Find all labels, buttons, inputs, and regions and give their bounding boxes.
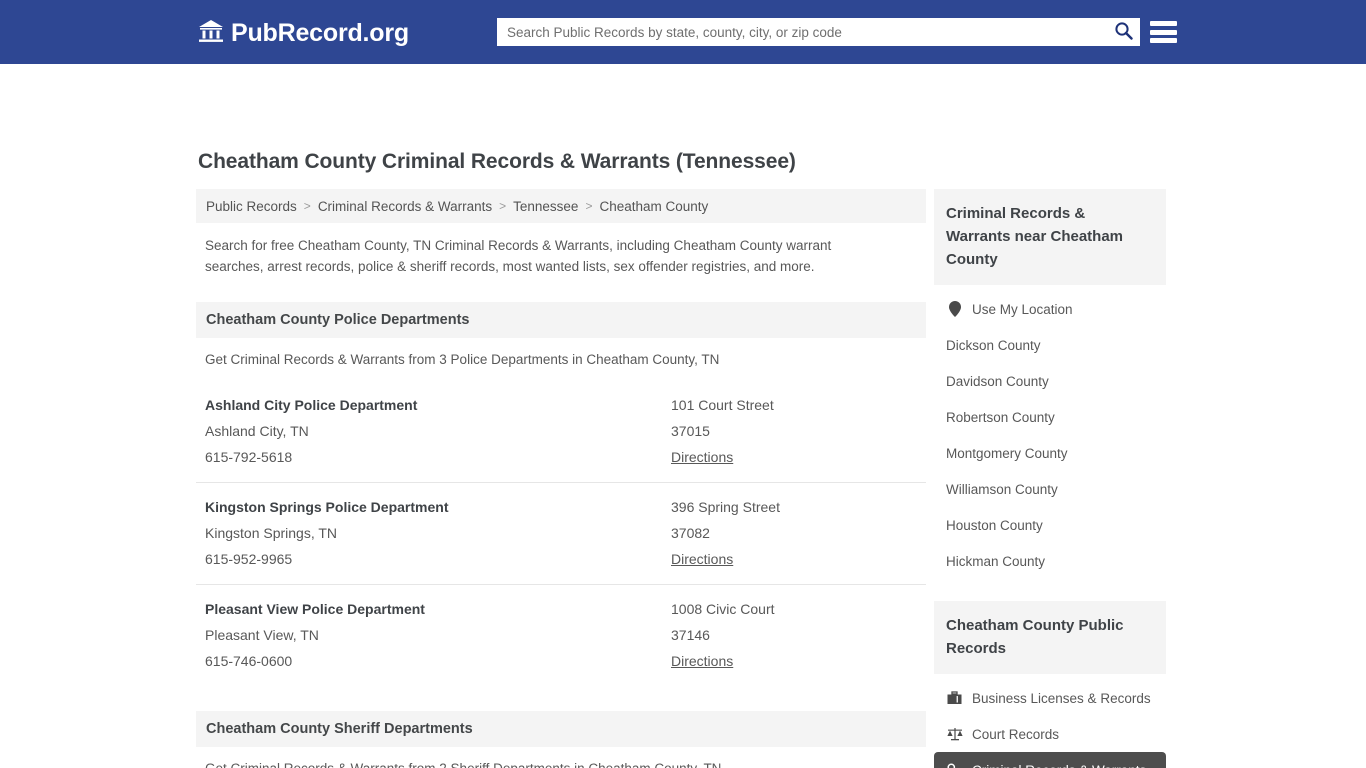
scales-of-justice-icon bbox=[946, 727, 963, 741]
sidebar-item-label: Dickson County bbox=[946, 337, 1041, 353]
hamburger-menu-icon[interactable] bbox=[1150, 19, 1177, 45]
sidebar-item-houston-county[interactable]: Houston County bbox=[934, 507, 1166, 543]
table-row: Ashland City Police Department Ashland C… bbox=[196, 381, 926, 483]
bank-icon bbox=[198, 19, 224, 48]
listing-right: 1008 Civic Court 37146 Directions bbox=[671, 596, 926, 674]
site-logo[interactable]: PubRecord.org bbox=[198, 19, 409, 48]
search-input[interactable] bbox=[497, 19, 1106, 45]
sidebar-item-label: Criminal Records & Warrants bbox=[972, 763, 1146, 768]
brand-text: PubRecord.org bbox=[231, 19, 409, 47]
listing-city-state: Ashland City, TN bbox=[205, 423, 309, 439]
breadcrumb: Public Records > Criminal Records & Warr… bbox=[196, 189, 926, 223]
listing-zip: 37082 bbox=[671, 525, 710, 541]
page-description: Search for free Cheatham County, TN Crim… bbox=[205, 238, 832, 274]
directions-link[interactable]: Directions bbox=[671, 546, 733, 572]
breadcrumb-item-3: Cheatham County bbox=[599, 198, 709, 214]
listing-right: 101 Court Street 37015 Directions bbox=[671, 392, 926, 470]
sidebar-item-davidson-county[interactable]: Davidson County bbox=[934, 363, 1166, 399]
sidebar-item-hickman-county[interactable]: Hickman County bbox=[934, 543, 1166, 579]
listing-city-state: Pleasant View, TN bbox=[205, 627, 319, 643]
chevron-right-icon: > bbox=[499, 199, 507, 213]
sidebar-item-label: Davidson County bbox=[946, 373, 1049, 389]
listing-phone: 615-746-0600 bbox=[205, 653, 293, 669]
listing-left: Kingston Springs Police Department Kings… bbox=[205, 494, 671, 572]
handcuffs-icon bbox=[946, 762, 963, 768]
sidebar-item-label: Williamson County bbox=[946, 481, 1058, 497]
listing-name: Pleasant View Police Department bbox=[205, 601, 425, 617]
sidebar-records-list: Business Licenses & Records Court Record… bbox=[934, 680, 1166, 768]
listing-street: 396 Spring Street bbox=[671, 499, 780, 515]
directions-link[interactable]: Directions bbox=[671, 444, 733, 470]
sidebar-item-label: Houston County bbox=[946, 517, 1043, 533]
breadcrumb-item-2[interactable]: Tennessee bbox=[513, 199, 578, 214]
main-content: Public Records > Criminal Records & Warr… bbox=[196, 189, 926, 768]
listing-name: Kingston Springs Police Department bbox=[205, 499, 449, 515]
listings-police: Ashland City Police Department Ashland C… bbox=[196, 381, 926, 686]
listing-city-state: Kingston Springs, TN bbox=[205, 525, 338, 541]
listing-street: 1008 Civic Court bbox=[671, 601, 775, 617]
breadcrumb-item-0[interactable]: Public Records bbox=[206, 199, 297, 214]
sidebar-item-label: Court Records bbox=[972, 726, 1060, 742]
briefcase-icon bbox=[946, 691, 963, 705]
listing-phone: 615-792-5618 bbox=[205, 449, 293, 465]
sidebar: Criminal Records & Warrants near Cheatha… bbox=[934, 189, 1166, 768]
sidebar-item-court-records[interactable]: Court Records bbox=[934, 716, 1166, 752]
breadcrumb-item-1[interactable]: Criminal Records & Warrants bbox=[318, 199, 492, 214]
chevron-right-icon: > bbox=[303, 199, 311, 213]
sidebar-item-label: Use My Location bbox=[972, 301, 1073, 317]
search-bar bbox=[497, 18, 1140, 46]
chevron-right-icon: > bbox=[585, 199, 593, 213]
sidebar-item-robertson-county[interactable]: Robertson County bbox=[934, 399, 1166, 435]
section-heading-sheriff: Cheatham County Sheriff Departments bbox=[196, 711, 926, 747]
listing-phone: 615-952-9965 bbox=[205, 551, 293, 567]
map-pin-icon bbox=[946, 301, 963, 317]
directions-link[interactable]: Directions bbox=[671, 648, 733, 674]
listing-right: 396 Spring Street 37082 Directions bbox=[671, 494, 926, 572]
sidebar-item-label: Robertson County bbox=[946, 409, 1055, 425]
sidebar-item-business-licenses[interactable]: Business Licenses & Records bbox=[934, 680, 1166, 716]
listing-zip: 37015 bbox=[671, 423, 710, 439]
page-title: Cheatham County Criminal Records & Warra… bbox=[198, 150, 796, 173]
search-button[interactable] bbox=[1106, 18, 1140, 46]
table-row: Kingston Springs Police Department Kings… bbox=[196, 483, 926, 585]
listing-street: 101 Court Street bbox=[671, 397, 774, 413]
site-header: PubRecord.org bbox=[0, 0, 1366, 64]
section-subtext-sheriff: Get Criminal Records & Warrants from 2 S… bbox=[196, 747, 926, 768]
sidebar-item-williamson-county[interactable]: Williamson County bbox=[934, 471, 1166, 507]
listing-left: Ashland City Police Department Ashland C… bbox=[205, 392, 671, 470]
sidebar-heading-nearby: Criminal Records & Warrants near Cheatha… bbox=[934, 189, 1166, 285]
sidebar-item-dickson-county[interactable]: Dickson County bbox=[934, 327, 1166, 363]
sidebar-item-label: Montgomery County bbox=[946, 445, 1068, 461]
listing-zip: 37146 bbox=[671, 627, 710, 643]
table-row: Pleasant View Police Department Pleasant… bbox=[196, 585, 926, 686]
sidebar-nearby-list: Use My Location Dickson County Davidson … bbox=[934, 291, 1166, 579]
search-icon bbox=[1114, 21, 1133, 43]
sidebar-item-use-my-location[interactable]: Use My Location bbox=[934, 291, 1166, 327]
sidebar-item-criminal-records[interactable]: Criminal Records & Warrants bbox=[934, 752, 1166, 768]
sidebar-heading-public-records: Cheatham County Public Records bbox=[934, 601, 1166, 674]
sidebar-item-montgomery-county[interactable]: Montgomery County bbox=[934, 435, 1166, 471]
sidebar-item-label: Business Licenses & Records bbox=[972, 690, 1151, 706]
listing-left: Pleasant View Police Department Pleasant… bbox=[205, 596, 671, 674]
listing-name: Ashland City Police Department bbox=[205, 397, 418, 413]
section-subtext-police: Get Criminal Records & Warrants from 3 P… bbox=[205, 352, 720, 367]
section-heading-police: Cheatham County Police Departments bbox=[196, 302, 926, 338]
sidebar-item-label: Hickman County bbox=[946, 553, 1046, 569]
